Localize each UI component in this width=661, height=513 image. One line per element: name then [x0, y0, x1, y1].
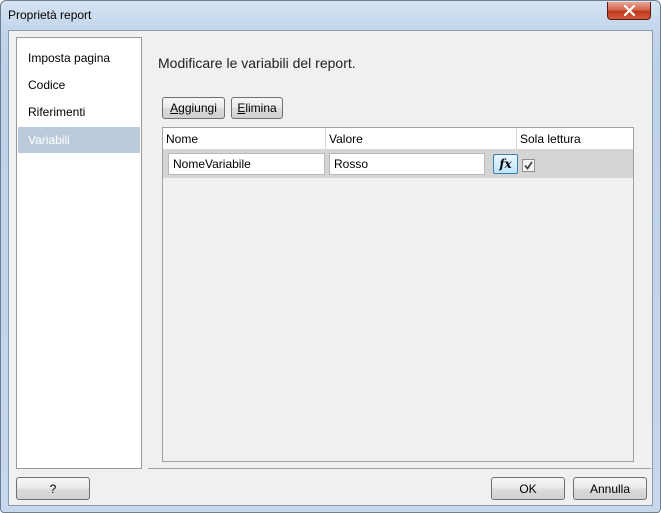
expression-button[interactable]: fx [493, 154, 518, 174]
grid-header: Nome Valore Sola lettura [163, 128, 633, 150]
close-button[interactable] [607, 2, 651, 20]
nav-list: Imposta pagina Codice Riferimenti Variab… [16, 37, 142, 469]
add-button-accel: A [170, 101, 179, 115]
nav-item-imposta-pagina[interactable]: Imposta pagina [18, 45, 140, 71]
column-header-nome[interactable]: Nome [163, 128, 326, 149]
table-row: fx [163, 150, 633, 178]
dialog-client-area: Imposta pagina Codice Riferimenti Variab… [8, 30, 653, 506]
checkmark-icon [524, 161, 533, 170]
ok-button[interactable]: OK [491, 477, 565, 500]
variable-name-input[interactable] [168, 153, 325, 175]
add-button[interactable]: Aggiungi [162, 97, 225, 119]
fx-icon: fx [499, 157, 512, 171]
window-title: Proprietà report [8, 8, 92, 22]
page-heading: Modificare le variabili del report. [158, 55, 356, 71]
column-header-valore[interactable]: Valore [326, 128, 517, 149]
add-button-label: ggiungi [178, 101, 217, 115]
variables-grid: Nome Valore Sola lettura fx [162, 127, 634, 462]
nav-item-riferimenti[interactable]: Riferimenti [18, 99, 140, 125]
variable-value-input[interactable] [329, 153, 485, 175]
title-bar[interactable]: Proprietà report [1, 1, 660, 30]
close-icon [623, 5, 636, 16]
delete-button[interactable]: Elimina [231, 97, 283, 119]
cancel-button[interactable]: Annulla [573, 477, 647, 500]
nav-item-codice[interactable]: Codice [18, 72, 140, 98]
footer-separator [148, 468, 651, 469]
nav-item-variabili[interactable]: Variabili [18, 127, 140, 153]
dialog-window: Proprietà report Imposta pagina Codice R… [0, 0, 661, 513]
column-header-sola-lettura[interactable]: Sola lettura [517, 128, 633, 149]
readonly-checkbox[interactable] [522, 159, 535, 172]
help-button[interactable]: ? [16, 477, 90, 500]
delete-button-label: limina [245, 101, 277, 115]
